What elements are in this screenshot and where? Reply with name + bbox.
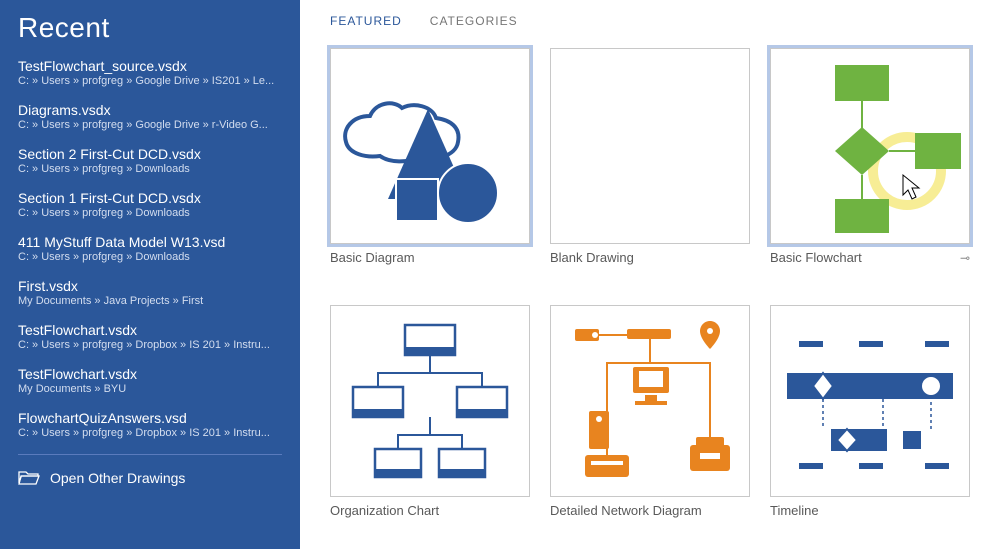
template-label: Detailed Network Diagram	[550, 503, 750, 518]
recent-item-path: C: » Users » profgreg » Google Drive » r…	[18, 119, 282, 132]
recent-item[interactable]: FlowchartQuizAnswers.vsd C: » Users » pr…	[18, 410, 282, 440]
template-thumb	[550, 48, 750, 244]
pin-icon[interactable]: ⊸	[960, 251, 970, 265]
recent-item-path: My Documents » Java Projects » First	[18, 295, 282, 308]
recent-item-name: 411 MyStuff Data Model W13.vsd	[18, 234, 282, 251]
template-label: Basic Flowchart	[770, 250, 862, 265]
recent-item-path: C: » Users » profgreg » Dropbox » IS 201…	[18, 339, 282, 352]
recent-item[interactable]: Diagrams.vsdx C: » Users » profgreg » Go…	[18, 102, 282, 132]
recent-item-name: FlowchartQuizAnswers.vsd	[18, 410, 282, 427]
template-thumb	[330, 48, 530, 244]
recent-item-name: Diagrams.vsdx	[18, 102, 282, 119]
cursor-icon	[903, 175, 919, 199]
tab-featured[interactable]: FEATURED	[330, 8, 402, 34]
template-thumb	[770, 48, 970, 244]
template-thumb	[550, 305, 750, 497]
recent-item[interactable]: TestFlowchart.vsdx C: » Users » profgreg…	[18, 322, 282, 352]
recent-item[interactable]: TestFlowchart.vsdx My Documents » BYU	[18, 366, 282, 396]
recent-item-path: C: » Users » profgreg » Google Drive » I…	[18, 75, 282, 88]
folder-open-icon	[18, 469, 40, 488]
template-basic-diagram[interactable]: Basic Diagram	[330, 48, 530, 265]
recent-item-name: First.vsdx	[18, 278, 282, 295]
tab-categories[interactable]: CATEGORIES	[430, 8, 518, 34]
recent-item[interactable]: Section 2 First-Cut DCD.vsdx C: » Users …	[18, 146, 282, 176]
recent-item[interactable]: Section 1 First-Cut DCD.vsdx C: » Users …	[18, 190, 282, 220]
template-thumb	[330, 305, 530, 497]
template-blank-drawing[interactable]: Blank Drawing	[550, 48, 750, 265]
recent-item-path: My Documents » BYU	[18, 383, 282, 396]
template-label: Basic Diagram	[330, 250, 530, 265]
recent-item-name: Section 2 First-Cut DCD.vsdx	[18, 146, 282, 163]
basic-diagram-icon	[340, 61, 520, 231]
template-detailed-network-diagram[interactable]: Detailed Network Diagram	[550, 305, 750, 518]
sidebar-divider	[18, 454, 282, 455]
recent-item-path: C: » Users » profgreg » Dropbox » IS 201…	[18, 427, 282, 440]
recent-heading: Recent	[18, 12, 282, 44]
template-timeline[interactable]: Timeline	[770, 305, 970, 518]
template-gallery: Basic Diagram Blank Drawing	[330, 48, 980, 518]
template-tabs: FEATURED CATEGORIES	[330, 8, 980, 34]
basic-flowchart-icon	[775, 51, 965, 241]
template-gallery-pane: FEATURED CATEGORIES Basic Diagram Blank …	[300, 0, 1000, 549]
recent-item-name: TestFlowchart.vsdx	[18, 322, 282, 339]
recent-item[interactable]: First.vsdx My Documents » Java Projects …	[18, 278, 282, 308]
organization-chart-icon	[335, 311, 525, 491]
recent-item[interactable]: TestFlowchart_source.vsdx C: » Users » p…	[18, 58, 282, 88]
template-organization-chart[interactable]: Organization Chart	[330, 305, 530, 518]
recent-item-path: C: » Users » profgreg » Downloads	[18, 163, 282, 176]
template-thumb	[770, 305, 970, 497]
open-other-label: Open Other Drawings	[50, 470, 185, 486]
open-other-drawings-button[interactable]: Open Other Drawings	[18, 469, 282, 488]
recent-sidebar: Recent TestFlowchart_source.vsdx C: » Us…	[0, 0, 300, 549]
recent-item-path: C: » Users » profgreg » Downloads	[18, 207, 282, 220]
template-basic-flowchart[interactable]: Basic Flowchart ⊸	[770, 48, 970, 265]
timeline-icon	[775, 311, 965, 491]
network-diagram-icon	[555, 311, 745, 491]
template-label: Blank Drawing	[550, 250, 750, 265]
recent-item[interactable]: 411 MyStuff Data Model W13.vsd C: » User…	[18, 234, 282, 264]
template-label: Organization Chart	[330, 503, 530, 518]
recent-item-name: TestFlowchart_source.vsdx	[18, 58, 282, 75]
recent-item-path: C: » Users » profgreg » Downloads	[18, 251, 282, 264]
recent-item-name: Section 1 First-Cut DCD.vsdx	[18, 190, 282, 207]
recent-item-name: TestFlowchart.vsdx	[18, 366, 282, 383]
template-label: Timeline	[770, 503, 970, 518]
